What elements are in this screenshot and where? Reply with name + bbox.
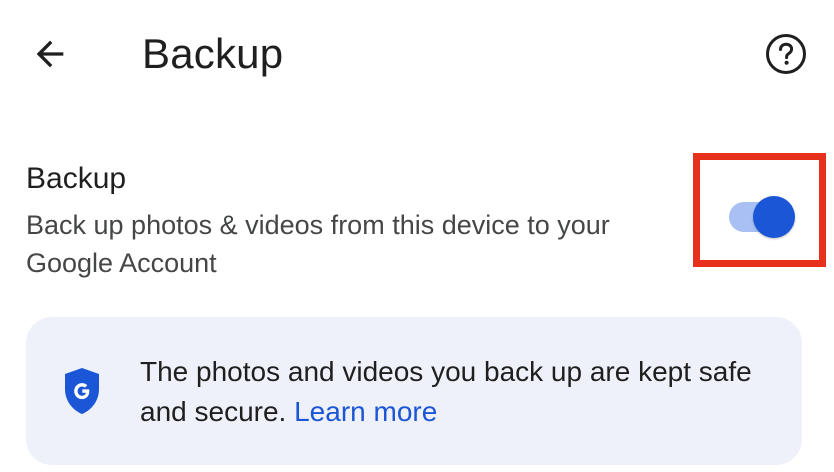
security-info-text: The photos and videos you back up are ke… — [140, 352, 780, 432]
learn-more-link[interactable]: Learn more — [294, 396, 437, 427]
toggle-thumb — [753, 196, 795, 238]
backup-setting-description: Back up photos & videos from this device… — [26, 210, 610, 278]
security-info-message: The photos and videos you back up are ke… — [140, 356, 752, 427]
back-button[interactable] — [22, 26, 78, 82]
backup-settings-screen: Backup Backup Back up photos & videos fr… — [0, 0, 834, 472]
arrow-back-icon — [36, 40, 64, 68]
help-button[interactable] — [760, 28, 812, 80]
backup-toggle[interactable] — [729, 196, 797, 238]
backup-setting-title: Backup — [26, 162, 127, 195]
google-shield-icon — [65, 368, 99, 414]
help-circle-icon — [766, 34, 806, 74]
page-title: Backup — [142, 30, 284, 77]
